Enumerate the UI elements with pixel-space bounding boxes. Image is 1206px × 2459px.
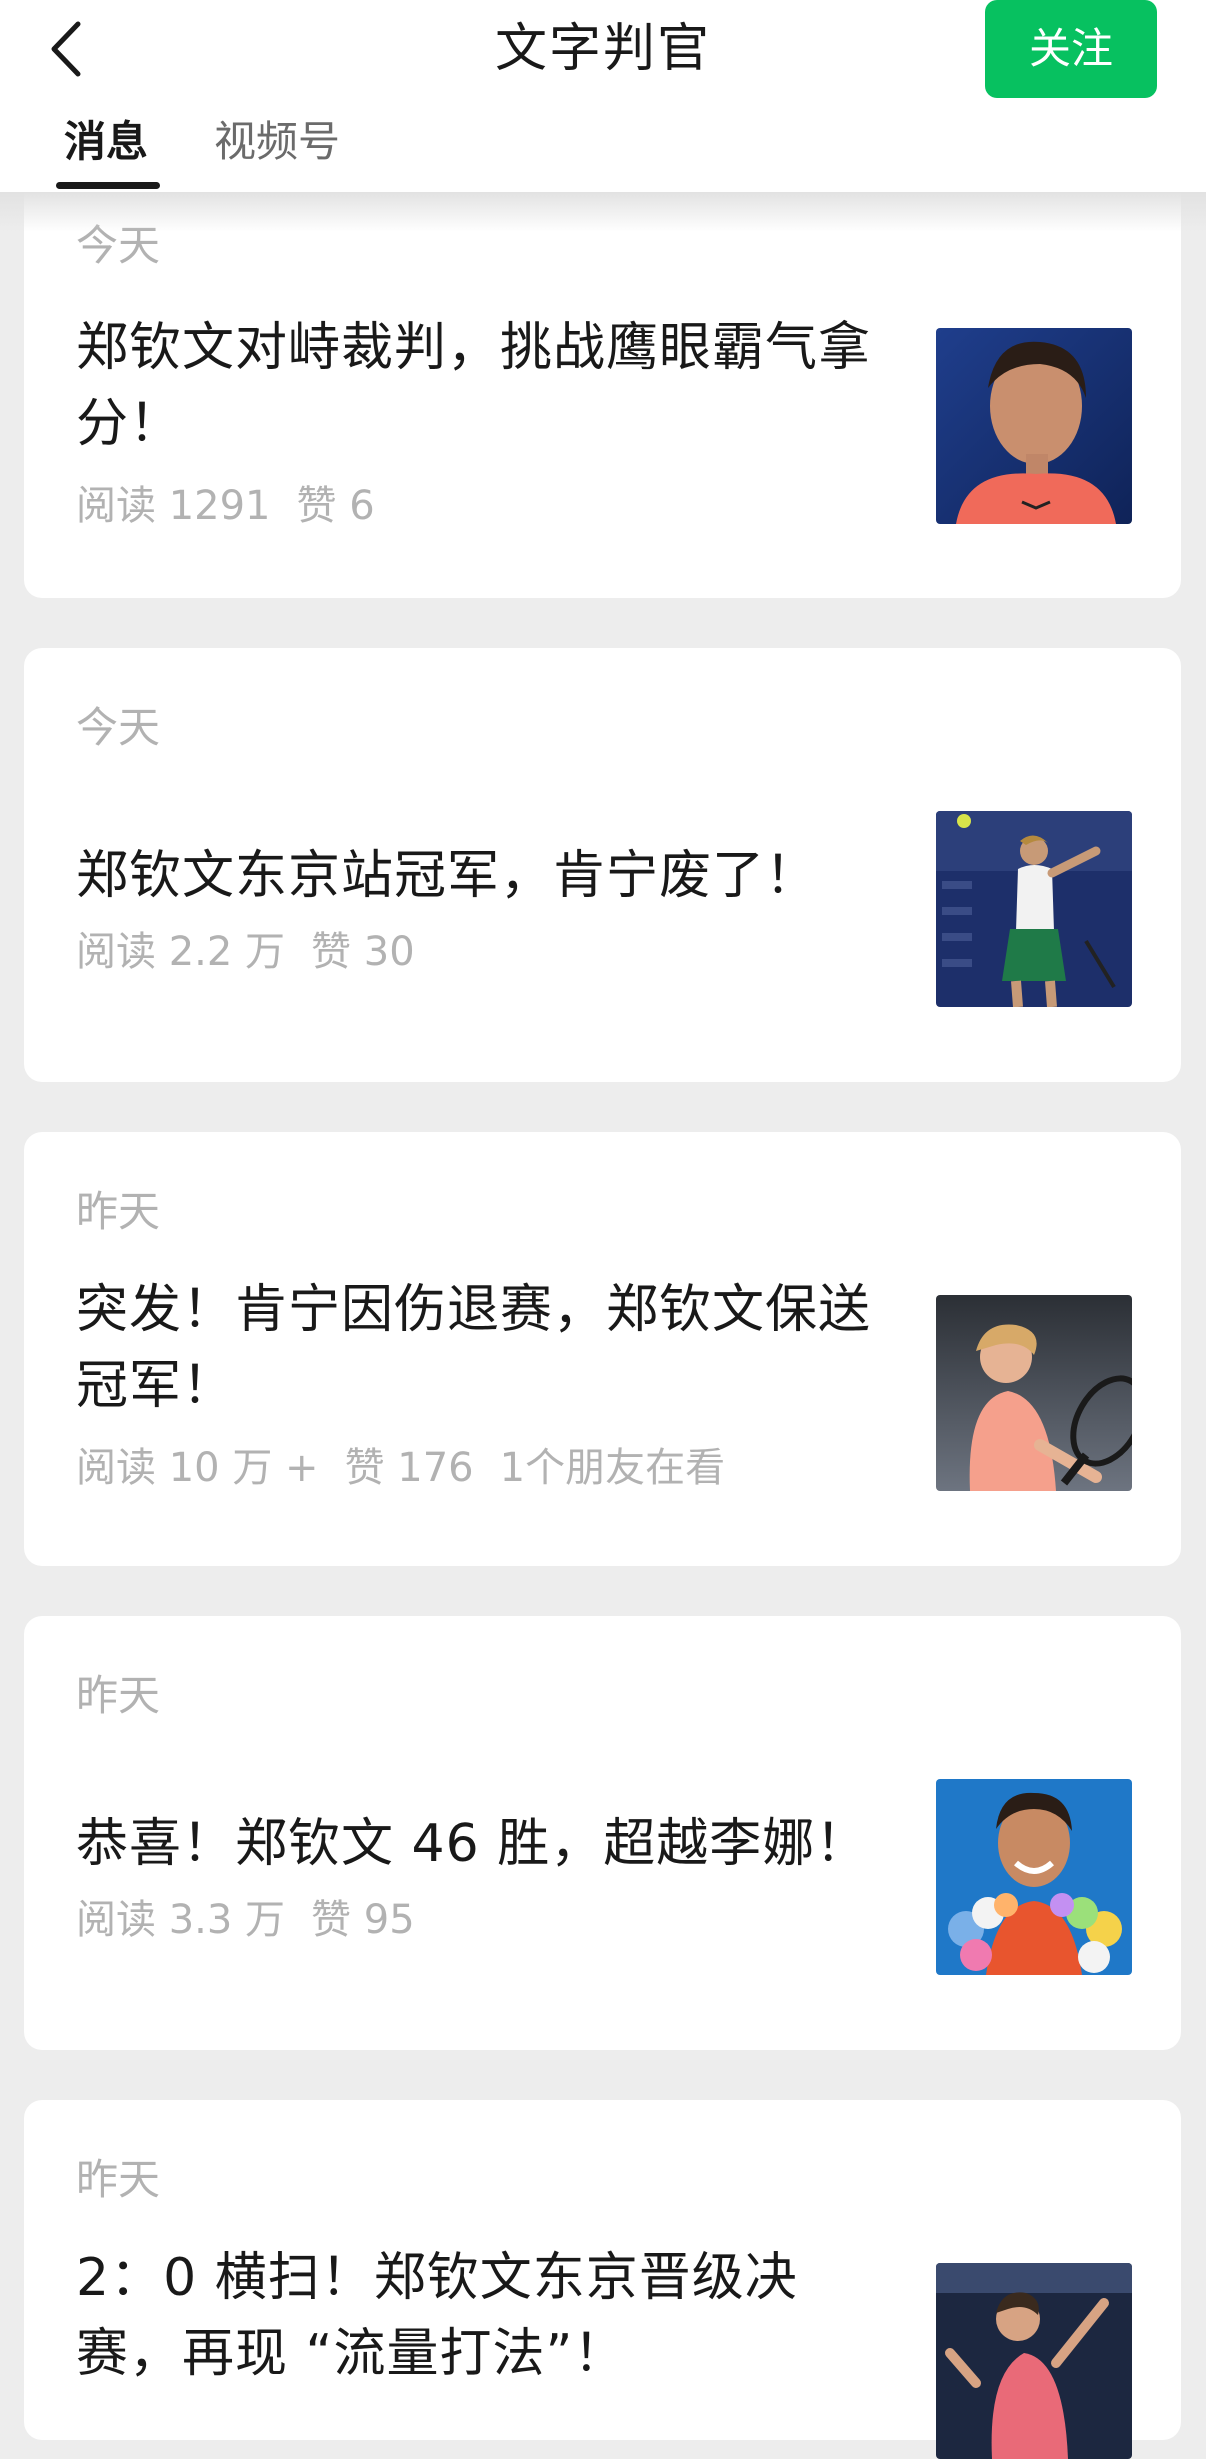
article-title[interactable]: 郑钦文对峙裁判，挑战鹰眼霸气拿分！ [76,310,896,462]
article-date: 昨天 [76,2155,161,2204]
read-count: 阅读 1291 [76,483,271,529]
article-thumbnail[interactable] [936,1779,1132,1975]
article-card[interactable]: 今天 郑钦文东京站冠军，肯宁废了！ 阅读 2.2 万赞 30 [24,648,1181,1082]
article-title[interactable]: 突发！肯宁因伤退赛，郑钦文保送冠军！ [76,1272,896,1424]
article-thumbnail[interactable] [936,328,1132,524]
article-thumbnail[interactable] [936,2263,1132,2459]
like-count: 赞 30 [311,929,415,975]
article-stats: 阅读 2.2 万赞 30 [76,924,441,980]
article-card[interactable]: 昨天 2：0 横扫！郑钦文东京晋级决赛，再现 “流量打法”！ [24,2100,1181,2459]
read-count: 阅读 3.3 万 [76,1897,286,1943]
like-count: 赞 6 [296,483,375,529]
article-thumbnail[interactable] [936,1295,1132,1491]
article-date: 今天 [76,703,161,752]
article-stats: 阅读 1291 赞 6 [76,478,401,534]
article-card[interactable]: 昨天 恭喜！郑钦文 46 胜，超越李娜！ 阅读 3.3 万赞 95 [24,1616,1181,2050]
read-count: 阅读 10 万 + [76,1445,319,1491]
article-card[interactable]: 昨天 突发！肯宁因伤退赛，郑钦文保送冠军！ 阅读 10 万 + 赞 176 1个朋友… [24,1132,1181,1566]
article-date: 昨天 [76,1671,161,1720]
like-count: 赞 176 [344,1445,474,1491]
follow-button[interactable]: 关注 [985,0,1157,98]
article-title[interactable]: 恭喜！郑钦文 46 胜，超越李娜！ [76,1806,896,1882]
tab-channels[interactable]: 视频号 [214,112,340,172]
header-shadow [0,192,1206,232]
tab-messages[interactable]: 消息 [64,112,148,172]
article-title[interactable]: 郑钦文东京站冠军，肯宁废了！ [76,838,896,914]
like-count: 赞 95 [311,1897,415,1943]
read-count: 阅读 2.2 万 [76,929,286,975]
article-date: 昨天 [76,1187,161,1236]
article-stats: 阅读 3.3 万赞 95 [76,1892,441,1948]
article-thumbnail[interactable] [936,811,1132,1007]
article-stats: 阅读 10 万 + 赞 176 1个朋友在看 [76,1440,751,1496]
article-title[interactable]: 2：0 横扫！郑钦文东京晋级决赛，再现 “流量打法”！ [76,2240,896,2392]
active-tab-indicator [56,182,160,189]
friends-reading: 1个朋友在看 [499,1445,726,1491]
top-bar: 文字判官 关注 消息 视频号 [0,0,1206,192]
